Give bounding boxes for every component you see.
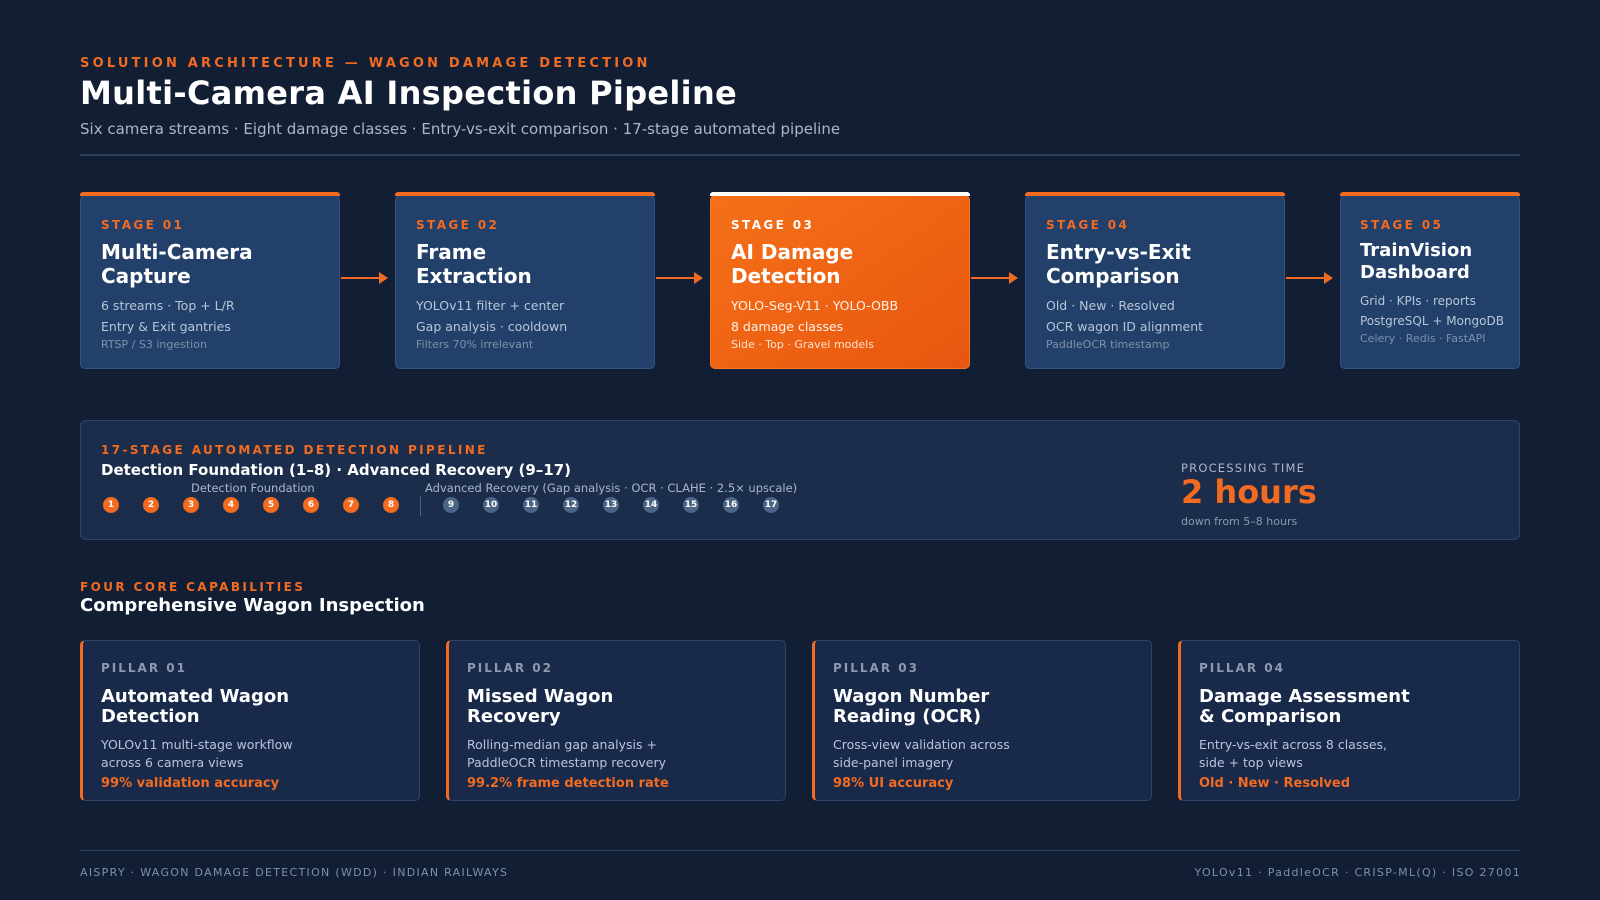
pipeline-title: Detection Foundation (1–8) · Advanced Re… (101, 461, 572, 479)
pillar-description: Cross-view validation across side-panel i… (833, 737, 1010, 770)
stage-title: Entry-vs-Exit Comparison (1046, 240, 1191, 288)
pillar-description: YOLOv11 multi-stage workflow across 6 cam… (101, 737, 293, 770)
header-divider (80, 154, 1520, 156)
stage-title: AI Damage Detection (731, 240, 854, 288)
pipeline-step: 3 (183, 497, 199, 513)
processing-time-value: 2 hours (1181, 473, 1317, 511)
processing-time-note: down from 5–8 hours (1181, 515, 1298, 528)
pipeline-step: 17 (763, 497, 779, 513)
pipeline-step: 14 (643, 497, 659, 513)
header-eyebrow: SOLUTION ARCHITECTURE — WAGON DAMAGE DET… (80, 56, 651, 71)
pillar-title: Automated Wagon Detection (101, 686, 290, 727)
stage-footnote: Side · Top · Gravel models (731, 338, 874, 351)
footer-left: AISPRY · WAGON DAMAGE DETECTION (WDD) · … (80, 866, 509, 879)
stage-footnote: PaddleOCR timestamp (1046, 338, 1170, 351)
stage-detail: PostgreSQL + MongoDB (1360, 314, 1504, 328)
stage-detail: YOLOv11 filter + center (416, 298, 565, 313)
stage-card-04: STAGE 04 Entry-vs-Exit Comparison Old · N… (1025, 192, 1285, 369)
pillar-title: Wagon Number Reading (OCR) (833, 686, 990, 727)
pipeline-step: 16 (723, 497, 739, 513)
capabilities-title: Comprehensive Wagon Inspection (80, 595, 425, 616)
stage-detail: Old · New · Resolved (1046, 298, 1175, 313)
footer-right: YOLOv11 · PaddleOCR · CRISP-ML(Q) · ISO … (1194, 866, 1521, 879)
group-label-recovery: Advanced Recovery (Gap analysis · OCR · … (425, 481, 798, 495)
pillar-metric: 98% UI accuracy (833, 776, 954, 791)
pipeline-step: 12 (563, 497, 579, 513)
pipeline-step: 1 (103, 497, 119, 513)
stage-label: STAGE 02 (416, 218, 500, 232)
pipeline-eyebrow: 17-STAGE AUTOMATED DETECTION PIPELINE (101, 443, 488, 457)
pillar-card-01: PILLAR 01 Automated Wagon Detection YOLOv… (80, 640, 420, 801)
pipeline-step: 15 (683, 497, 699, 513)
flow-arrow-icon (656, 272, 703, 284)
pillar-card-02: PILLAR 02 Missed Wagon Recovery Rolling-m… (446, 640, 786, 801)
stage-footnote: Filters 70% irrelevant (416, 338, 534, 351)
pipeline-panel: 17-STAGE AUTOMATED DETECTION PIPELINE De… (80, 420, 1520, 540)
stage-detail: Entry & Exit gantries (101, 319, 231, 334)
stage-label: STAGE 01 (101, 218, 185, 232)
stage-label: STAGE 05 (1360, 218, 1444, 232)
pipeline-divider (420, 496, 421, 516)
pipeline-step: 2 (143, 497, 159, 513)
pipeline-step: 9 (443, 497, 459, 513)
pillar-metric: 99% validation accuracy (101, 776, 280, 791)
stage-card-01: STAGE 01 Multi-Camera Capture 6 streams ·… (80, 192, 340, 369)
stage-detail: 8 damage classes (731, 319, 844, 334)
capabilities-eyebrow: FOUR CORE CAPABILITIES (80, 580, 306, 594)
flow-arrow-icon (341, 272, 388, 284)
pipeline-step: 7 (343, 497, 359, 513)
pillar-title: Missed Wagon Recovery (467, 686, 614, 727)
stage-card-03-active: STAGE 03 AI Damage Detection YOLO-Seg-V11… (710, 192, 970, 369)
page-title: Multi-Camera AI Inspection Pipeline (80, 74, 738, 112)
pipeline-step: 11 (523, 497, 539, 513)
footer-divider (80, 850, 1520, 851)
stage-footnote: RTSP / S3 ingestion (101, 338, 207, 351)
stage-card-05: STAGE 05 TrainVision Dashboard Grid · KPI… (1340, 192, 1520, 369)
stage-detail: YOLO-Seg-V11 · YOLO-OBB (731, 298, 899, 313)
stage-label: STAGE 04 (1046, 218, 1130, 232)
pillar-description: Entry-vs-exit across 8 classes, side + to… (1199, 737, 1388, 770)
pillar-metric: 99.2% frame detection rate (467, 776, 669, 791)
pillar-card-03: PILLAR 03 Wagon Number Reading (OCR) Cros… (812, 640, 1152, 801)
pipeline-step: 4 (223, 497, 239, 513)
pillar-title: Damage Assessment & Comparison (1199, 686, 1410, 727)
stage-detail: OCR wagon ID alignment (1046, 319, 1204, 334)
stage-detail: Grid · KPIs · reports (1360, 294, 1476, 308)
pipeline-step: 5 (263, 497, 279, 513)
pillar-description: Rolling-median gap analysis + PaddleOCR t… (467, 737, 666, 770)
stage-title: Frame Extraction (416, 240, 532, 288)
pillar-metric: Old · New · Resolved (1199, 776, 1351, 791)
stage-footnote: Celery · Redis · FastAPI (1360, 332, 1486, 345)
stage-title: TrainVision Dashboard (1360, 240, 1473, 283)
pipeline-step: 13 (603, 497, 619, 513)
pillar-label: PILLAR 04 (1199, 661, 1285, 675)
stage-label: STAGE 03 (731, 218, 815, 232)
stage-detail: 6 streams · Top + L/R (101, 298, 235, 313)
stage-title: Multi-Camera Capture (101, 240, 253, 288)
pipeline-step: 6 (303, 497, 319, 513)
flow-arrow-icon (971, 272, 1018, 284)
stage-card-02: STAGE 02 Frame Extraction YOLOv11 filter … (395, 192, 655, 369)
flow-arrow-icon (1286, 272, 1333, 284)
pillar-card-04: PILLAR 04 Damage Assessment & Comparison … (1178, 640, 1520, 801)
group-label-foundation: Detection Foundation (191, 481, 315, 495)
pillar-label: PILLAR 03 (833, 661, 919, 675)
page-subtitle: Six camera streams · Eight damage classe… (80, 120, 841, 138)
pillar-label: PILLAR 01 (101, 661, 187, 675)
pillar-label: PILLAR 02 (467, 661, 553, 675)
pipeline-step: 10 (483, 497, 499, 513)
pipeline-step: 8 (383, 497, 399, 513)
stage-detail: Gap analysis · cooldown (416, 319, 568, 334)
